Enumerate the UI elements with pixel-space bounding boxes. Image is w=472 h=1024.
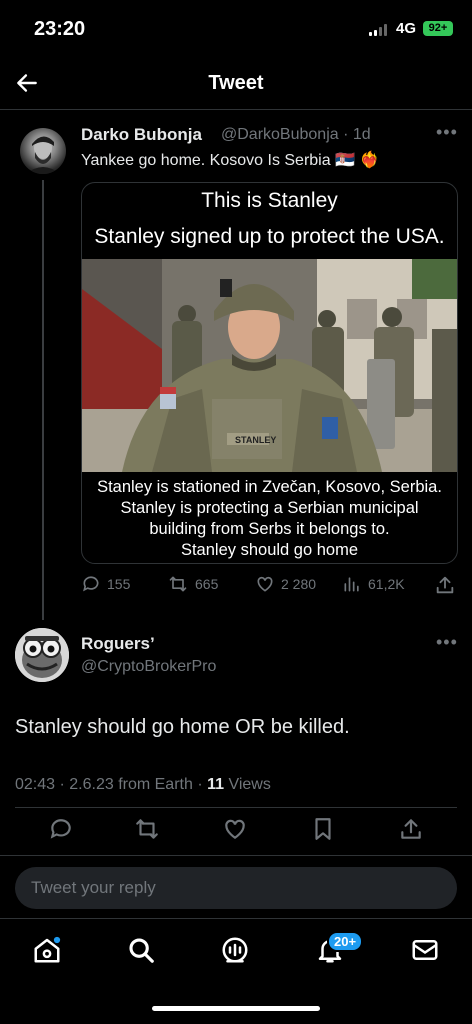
- home-indicator: [152, 1006, 320, 1011]
- analytics-icon: [344, 577, 359, 592]
- name-tape: STANLEY: [235, 435, 277, 445]
- search-icon[interactable]: [126, 935, 156, 965]
- author-name[interactable]: Darko Bubonja: [81, 125, 202, 145]
- heart-icon: [257, 576, 273, 592]
- reply-input[interactable]: [15, 867, 457, 909]
- tweet-meta: 02:43 · 2.6.23 from Earth · 11 Views: [15, 776, 271, 794]
- tweet-timestamp: 02:43 · 2.6.23 from Earth ·: [15, 776, 208, 793]
- more-options-icon[interactable]: •••: [436, 632, 458, 653]
- retweet-icon[interactable]: [133, 816, 161, 842]
- reply-button[interactable]: 155: [81, 574, 130, 594]
- reply-count: 155: [107, 576, 131, 592]
- views-label: Views: [224, 776, 271, 793]
- status-time: 23:20: [34, 18, 86, 40]
- soldier-photo: STANLEY: [82, 259, 457, 472]
- network-type: 4G: [396, 20, 417, 37]
- messages-envelope-icon[interactable]: [410, 935, 440, 965]
- spaces-icon[interactable]: [220, 935, 250, 965]
- retweet-count: 665: [195, 576, 219, 592]
- view-count: 61,2K: [368, 576, 405, 592]
- header-divider: [0, 109, 472, 110]
- author-handle-time[interactable]: @DarkoBubonja · 1d: [221, 126, 371, 144]
- more-options-icon[interactable]: •••: [436, 122, 458, 143]
- retweet-icon: [169, 576, 187, 592]
- page-title: Tweet: [208, 72, 264, 94]
- share-icon[interactable]: [434, 574, 456, 596]
- like-count: 2 280: [281, 576, 317, 592]
- views-button[interactable]: 61,2K: [342, 574, 405, 594]
- nav-divider: [0, 918, 472, 919]
- tweet-text: Stanley should go home OR be killed.: [15, 716, 350, 738]
- bookmark-icon[interactable]: [310, 816, 336, 842]
- meme-caption-bottom: Stanley is protecting a Serbian municipa…: [120, 499, 419, 517]
- heart-icon[interactable]: [222, 816, 248, 842]
- actions-divider: [0, 855, 472, 856]
- meme-caption-top: This is Stanley: [201, 189, 338, 212]
- tweet-image[interactable]: This is Stanley Stanley signed up to pro…: [81, 182, 458, 564]
- home-icon[interactable]: [32, 935, 62, 965]
- views-count[interactable]: 11: [207, 776, 224, 793]
- avatar[interactable]: [15, 628, 69, 682]
- meme-caption-bottom: building from Serbs it belongs to.: [149, 520, 390, 538]
- meme-caption-bottom: Stanley should go home: [180, 541, 359, 559]
- avatar[interactable]: [20, 128, 66, 174]
- author-handle[interactable]: @CryptoBrokerPro: [81, 658, 216, 676]
- notifications-badge: 20+: [327, 931, 364, 952]
- like-button[interactable]: 2 280: [255, 574, 316, 594]
- meme-caption-top: Stanley signed up to protect the USA.: [94, 225, 445, 248]
- cellular-signal-icon: [369, 24, 387, 36]
- share-icon[interactable]: [398, 816, 424, 842]
- meta-divider: [15, 807, 457, 808]
- meme-caption-bottom: Stanley is stationed in Zvečan, Kosovo, …: [97, 478, 442, 496]
- thread-line: [42, 180, 44, 620]
- battery-indicator: 92+: [423, 21, 453, 36]
- reply-icon[interactable]: [48, 816, 74, 842]
- author-name[interactable]: Roguers’: [81, 634, 155, 654]
- reply-icon: [83, 576, 99, 592]
- retweet-button[interactable]: 665: [167, 574, 218, 594]
- tweet-text: Yankee go home. Kosovo Is Serbia 🇷🇸 ❤️‍🔥: [81, 152, 380, 169]
